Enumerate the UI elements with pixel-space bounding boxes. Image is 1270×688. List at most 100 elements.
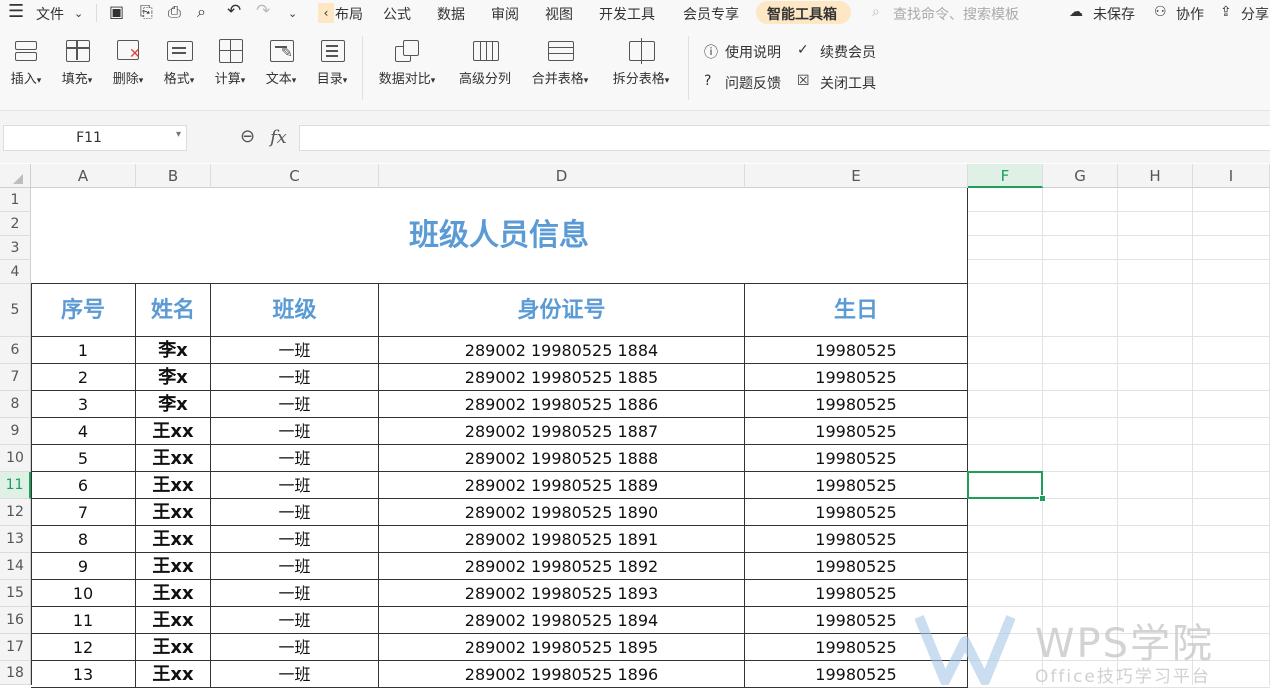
table-cell[interactable]: 李x: [136, 337, 211, 364]
renew-membership-button[interactable]: 续费会员: [820, 42, 876, 62]
table-cell[interactable]: 289002 19980525 1889: [379, 472, 745, 499]
search-icon[interactable]: ⌕: [872, 4, 880, 20]
fill-handle[interactable]: [1039, 495, 1046, 502]
row-header-8[interactable]: 8: [0, 391, 31, 418]
table-cell[interactable]: 7: [31, 499, 136, 526]
print-icon[interactable]: ⎙: [168, 2, 181, 22]
row-header-9[interactable]: 9: [0, 418, 31, 445]
header-cell[interactable]: 身份证号: [379, 284, 745, 337]
row-header-13[interactable]: 13: [0, 526, 31, 553]
column-header-f[interactable]: F: [968, 164, 1043, 188]
row-header-5[interactable]: 5: [0, 284, 31, 337]
column-header-c[interactable]: C: [211, 164, 379, 188]
tab-formula[interactable]: 公式: [383, 4, 411, 24]
table-cell[interactable]: 一班: [211, 445, 379, 472]
table-cell[interactable]: 王xx: [136, 553, 211, 580]
column-header-a[interactable]: A: [31, 164, 136, 188]
header-cell[interactable]: 姓名: [136, 284, 211, 337]
format-button[interactable]: 格式▾: [157, 38, 201, 87]
text-button[interactable]: ✎ 文本▾: [259, 38, 303, 87]
table-cell[interactable]: 289002 19980525 1890: [379, 499, 745, 526]
delete-button[interactable]: ✕ 删除▾: [106, 38, 150, 87]
table-cell[interactable]: 19980525: [745, 364, 968, 391]
share-button[interactable]: 分享: [1241, 4, 1269, 24]
row-header-1[interactable]: 1: [0, 188, 31, 212]
table-cell[interactable]: 一班: [211, 661, 379, 688]
row-header-6[interactable]: 6: [0, 337, 31, 364]
table-cell[interactable]: 6: [31, 472, 136, 499]
file-menu[interactable]: 文件: [36, 4, 64, 24]
chevron-down-icon[interactable]: ⌄: [74, 7, 83, 20]
table-cell[interactable]: 王xx: [136, 634, 211, 661]
table-cell[interactable]: 3: [31, 391, 136, 418]
table-cell[interactable]: 289002 19980525 1887: [379, 418, 745, 445]
tab-developer[interactable]: 开发工具: [599, 4, 655, 24]
table-cell[interactable]: 一班: [211, 499, 379, 526]
table-cell[interactable]: 王xx: [136, 580, 211, 607]
row-header-10[interactable]: 10: [0, 445, 31, 472]
table-cell[interactable]: 一班: [211, 607, 379, 634]
insert-button[interactable]: 插入▾: [4, 38, 48, 87]
table-cell[interactable]: 2: [31, 364, 136, 391]
table-cell[interactable]: 李x: [136, 391, 211, 418]
table-cell[interactable]: 5: [31, 445, 136, 472]
fill-button[interactable]: 填充▾: [55, 38, 99, 87]
table-cell[interactable]: 一班: [211, 418, 379, 445]
table-cell[interactable]: 19980525: [745, 445, 968, 472]
unsaved-status[interactable]: 未保存: [1093, 4, 1135, 24]
table-cell[interactable]: 1: [31, 337, 136, 364]
table-cell[interactable]: 一班: [211, 337, 379, 364]
data-compare-button[interactable]: 数据对比▾: [372, 38, 442, 87]
table-cell[interactable]: 王xx: [136, 661, 211, 688]
row-header-2[interactable]: 2: [0, 212, 31, 236]
header-cell[interactable]: 生日: [745, 284, 968, 337]
row-header-7[interactable]: 7: [0, 364, 31, 391]
column-header-h[interactable]: H: [1118, 164, 1193, 188]
table-cell[interactable]: 一班: [211, 553, 379, 580]
table-cell[interactable]: 一班: [211, 526, 379, 553]
tab-review[interactable]: 审阅: [491, 4, 519, 24]
table-cell[interactable]: 289002 19980525 1893: [379, 580, 745, 607]
chevron-down-icon[interactable]: ▾: [176, 129, 181, 140]
header-cell[interactable]: 序号: [31, 284, 136, 337]
advanced-split-button[interactable]: 高级分列: [452, 38, 518, 87]
row-header-15[interactable]: 15: [0, 580, 31, 607]
split-tables-button[interactable]: 拆分表格▾: [604, 38, 678, 87]
name-box[interactable]: F11 ▾: [3, 125, 187, 151]
table-cell[interactable]: 8: [31, 526, 136, 553]
row-header-3[interactable]: 3: [0, 236, 31, 260]
table-cell[interactable]: 289002 19980525 1892: [379, 553, 745, 580]
selected-cell-f11[interactable]: [967, 471, 1043, 499]
zoom-search-icon[interactable]: ⊖: [240, 126, 255, 147]
tabs-scroll-left-icon[interactable]: ‹: [318, 3, 334, 23]
table-cell[interactable]: 一班: [211, 580, 379, 607]
feedback-button[interactable]: 问题反馈: [725, 73, 781, 93]
header-cell[interactable]: 班级: [211, 284, 379, 337]
hamburger-icon[interactable]: ☰: [8, 1, 24, 22]
table-cell[interactable]: 李x: [136, 364, 211, 391]
table-cell[interactable]: 289002 19980525 1894: [379, 607, 745, 634]
calculate-button[interactable]: 计算▾: [208, 38, 252, 87]
table-cell[interactable]: 4: [31, 418, 136, 445]
print-preview-icon[interactable]: ⌕: [197, 2, 206, 22]
collab-button[interactable]: 协作: [1176, 4, 1204, 24]
table-cell[interactable]: 19980525: [745, 499, 968, 526]
table-cell[interactable]: 王xx: [136, 499, 211, 526]
sheet-title[interactable]: 班级人员信息: [31, 188, 968, 284]
table-cell[interactable]: 289002 19980525 1885: [379, 364, 745, 391]
tab-data[interactable]: 数据: [437, 4, 465, 24]
table-cell[interactable]: 9: [31, 553, 136, 580]
save-icon[interactable]: ▣: [109, 2, 124, 21]
table-cell[interactable]: 12: [31, 634, 136, 661]
row-header-12[interactable]: 12: [0, 499, 31, 526]
table-cell[interactable]: 一班: [211, 391, 379, 418]
column-header-d[interactable]: D: [379, 164, 745, 188]
column-header-e[interactable]: E: [745, 164, 968, 188]
row-header-4[interactable]: 4: [0, 260, 31, 284]
table-cell[interactable]: 289002 19980525 1896: [379, 661, 745, 688]
table-cell[interactable]: 19980525: [745, 553, 968, 580]
row-header-11[interactable]: 11: [0, 472, 31, 499]
tab-member[interactable]: 会员专享: [683, 4, 739, 24]
table-cell[interactable]: 11: [31, 607, 136, 634]
formula-input[interactable]: [299, 125, 1270, 151]
